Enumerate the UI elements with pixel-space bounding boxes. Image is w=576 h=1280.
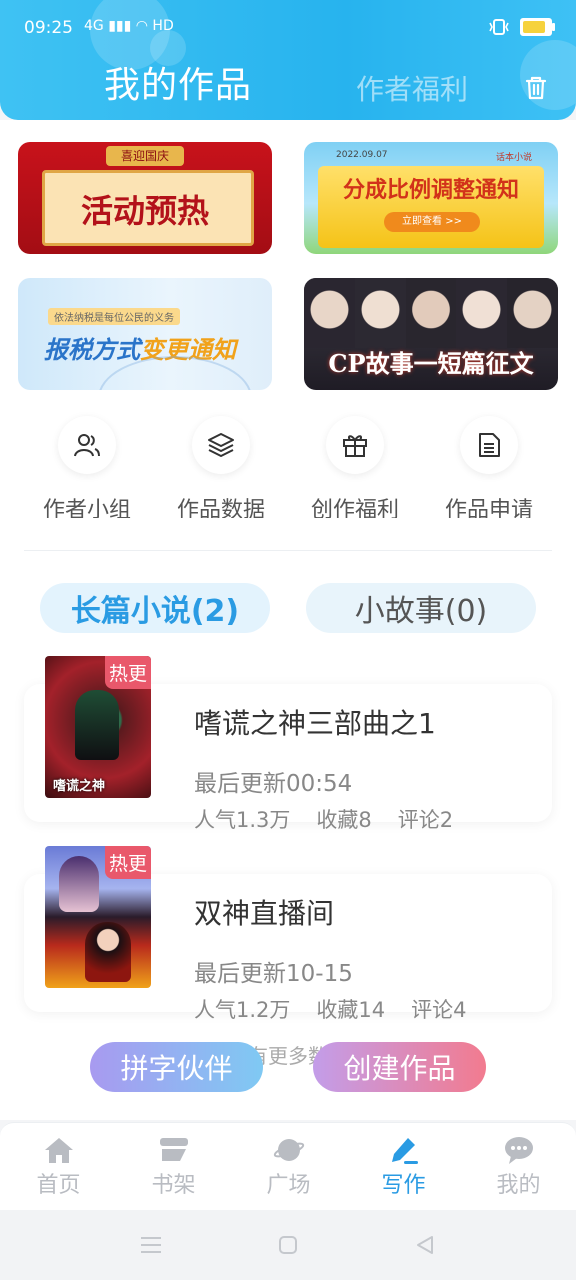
banner-date: 2022.09.07 xyxy=(336,150,388,160)
work-comments: 评论4 xyxy=(411,998,467,1022)
tab-label: 我的 xyxy=(496,1173,541,1198)
tab-home[interactable]: 首页 xyxy=(1,1133,116,1199)
work-popularity: 人气1.2万 xyxy=(194,998,291,1022)
banner-text: CP故事一短篇征文 xyxy=(328,349,534,378)
banner-badge: 喜迎国庆 xyxy=(106,146,184,166)
tab-writing[interactable]: 写作 xyxy=(346,1133,461,1199)
main-content: 喜迎国庆 活动预热 2022.09.07 话本小说 分成比例调整通知 立即查看 … xyxy=(0,120,576,1120)
tab-bookshelf[interactable]: 书架 xyxy=(116,1133,231,1199)
hot-badge: 热更 xyxy=(104,656,151,689)
banner-caption: 依法纳税是每位公民的义务 xyxy=(48,308,180,325)
tab-my-works[interactable]: 我的作品 xyxy=(104,56,252,108)
shortcut-work-data[interactable]: 作品数据 xyxy=(155,416,287,518)
tab-label: 首页 xyxy=(36,1173,81,1198)
work-cover[interactable]: 热更 xyxy=(45,846,151,988)
tab-label: 写作 xyxy=(381,1173,426,1198)
work-title: 嗜谎之神三部曲之1 xyxy=(194,707,436,740)
status-time: 09:25 xyxy=(24,18,73,38)
home-icon xyxy=(44,1138,73,1163)
banner-text: 活动预热 xyxy=(80,192,209,230)
banner-text-a: 报税方式 xyxy=(44,336,140,364)
home-square-icon[interactable] xyxy=(278,1235,298,1255)
work-popularity: 人气1.3万 xyxy=(194,808,291,832)
shortcut-label: 作品数据 xyxy=(176,498,265,518)
back-icon[interactable] xyxy=(414,1234,436,1256)
shortcut-work-application[interactable]: 作品申请 xyxy=(423,416,555,518)
header: 09:25 4G ▮▮▮ ◠ HD 我的作品 作者福利 xyxy=(0,0,576,120)
banner-portraits xyxy=(304,278,558,348)
planet-icon xyxy=(273,1139,304,1161)
cover-figure xyxy=(75,690,119,760)
trash-icon[interactable] xyxy=(522,74,550,102)
tab-label: 广场 xyxy=(266,1173,311,1198)
pen-icon xyxy=(391,1138,418,1164)
hot-badge: 热更 xyxy=(104,846,151,879)
work-last-updated: 最后更新00:54 xyxy=(194,771,353,797)
document-icon xyxy=(460,416,518,474)
work-comments: 评论2 xyxy=(397,808,454,832)
chat-bubble-icon xyxy=(504,1137,533,1164)
create-work-button[interactable]: 创建作品 xyxy=(313,1042,486,1092)
layers-icon xyxy=(192,416,250,474)
banner-cp-story-contest[interactable]: CP故事一短篇征文 xyxy=(304,278,558,390)
battery-icon xyxy=(520,18,555,36)
tab-author-benefits[interactable]: 作者福利 xyxy=(356,68,468,108)
work-stats: 人气1.3万 收藏8 评论2 xyxy=(194,804,453,834)
tab-short-story[interactable]: 小故事(0) xyxy=(306,583,536,633)
bottom-tab-bar: 首页 书架 广场 写作 我的 xyxy=(0,1122,576,1211)
partner-button[interactable]: 拼字伙伴 xyxy=(90,1042,263,1092)
bookshelf-icon xyxy=(159,1138,188,1161)
work-favorites: 收藏8 xyxy=(316,808,372,832)
work-cover[interactable]: 嗜谎之神 热更 xyxy=(45,656,151,798)
tab-long-novel[interactable]: 长篇小说(2) xyxy=(40,583,270,633)
shortcut-row: 作者小组 作品数据 创作福利 作品申请 xyxy=(0,416,576,526)
gift-icon xyxy=(326,416,384,474)
work-title: 双神直播间 xyxy=(194,897,335,930)
status-right xyxy=(488,18,555,36)
signal-indicator: 4G ▮▮▮ ◠ HD xyxy=(84,18,174,34)
divider xyxy=(24,550,552,551)
shortcut-label: 作者小组 xyxy=(42,498,131,518)
cover-title-text: 嗜谎之神 xyxy=(53,779,106,794)
users-icon xyxy=(58,416,116,474)
banner-tax-notice[interactable]: 依法纳税是每位公民的义务 报税方式变更通知 xyxy=(18,278,272,390)
no-more-data: 没有更多数据 xyxy=(228,1044,348,1068)
shortcut-author-group[interactable]: 作者小组 xyxy=(21,416,153,518)
cover-figure xyxy=(59,856,99,912)
banner-revenue-notice[interactable]: 2022.09.07 话本小说 分成比例调整通知 立即查看 >> xyxy=(304,142,558,254)
work-favorites: 收藏14 xyxy=(316,998,386,1022)
tab-plaza[interactable]: 广场 xyxy=(231,1133,346,1199)
banner-text: 分成比例调整通知 xyxy=(342,178,519,203)
vibrate-icon xyxy=(489,19,509,35)
system-navigation-bar xyxy=(0,1210,576,1280)
shortcut-label: 创作福利 xyxy=(310,498,399,518)
shortcut-label: 作品申请 xyxy=(444,498,533,518)
shortcut-creation-benefits[interactable]: 创作福利 xyxy=(289,416,421,518)
status-bar: 09:25 4G ▮▮▮ ◠ HD xyxy=(24,18,555,42)
tab-me[interactable]: 我的 xyxy=(461,1133,576,1199)
work-stats: 人气1.2万 收藏14 评论4 xyxy=(194,994,467,1024)
banner-tag: 话本小说 xyxy=(495,153,532,163)
work-last-updated: 最后更新10-15 xyxy=(194,961,353,987)
banner-activity-preheat[interactable]: 喜迎国庆 活动预热 xyxy=(18,142,272,254)
tab-label: 书架 xyxy=(151,1173,196,1198)
cover-figure xyxy=(85,922,131,982)
banner-view-button: 立即查看 >> xyxy=(384,212,480,232)
menu-icon[interactable] xyxy=(140,1235,162,1255)
